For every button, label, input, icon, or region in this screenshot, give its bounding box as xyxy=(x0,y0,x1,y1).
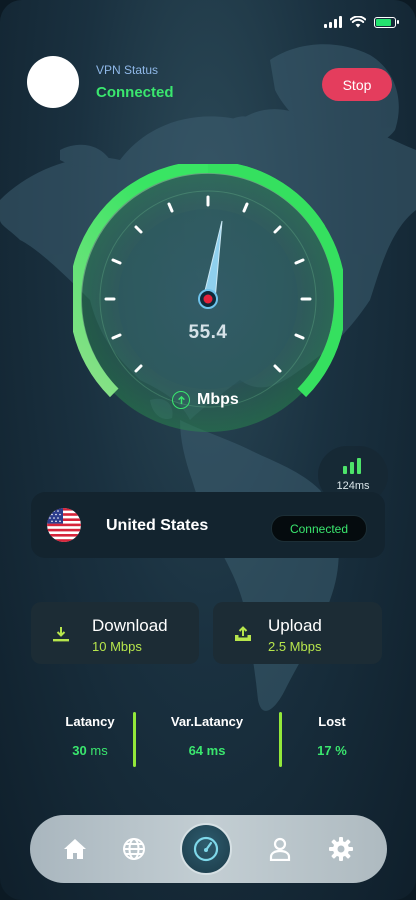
wifi-icon xyxy=(350,16,366,28)
latency-unit: ms xyxy=(90,743,108,758)
lost-label: Lost xyxy=(318,714,346,729)
latency-label: Latancy xyxy=(65,714,115,729)
vpn-status-label: VPN Status xyxy=(96,63,159,77)
var-latency-label: Var.Latancy xyxy=(170,714,244,729)
download-icon xyxy=(53,627,69,642)
country-name: United States xyxy=(106,517,209,534)
us-flag-icon xyxy=(47,508,81,542)
metric-divider xyxy=(279,712,282,767)
battery-icon xyxy=(374,16,399,28)
upload-value: 2.5 Mbps xyxy=(268,639,322,654)
speed-unit-row: Mbps xyxy=(172,391,239,409)
cellular-signal-icon xyxy=(324,16,342,28)
vpn-status-value: Connected xyxy=(96,84,174,101)
status-bar xyxy=(324,16,399,28)
metric-divider xyxy=(133,712,136,767)
home-icon[interactable] xyxy=(61,835,89,863)
settings-icon[interactable] xyxy=(327,835,355,863)
arrow-up-circle-icon xyxy=(172,391,190,409)
stop-button[interactable]: Stop xyxy=(322,68,392,101)
speed-value: 55.4 xyxy=(188,322,228,343)
upload-stat-card: Upload 2.5 Mbps xyxy=(213,602,382,664)
app-screen: VPN Status Connected Stop 55.4 Mbps 124m… xyxy=(0,0,416,900)
signal-strength-icon xyxy=(343,458,361,474)
latency-value: 30 xyxy=(72,743,87,758)
download-stat-card: Download 10 Mbps xyxy=(31,602,199,664)
user-icon[interactable] xyxy=(266,835,294,863)
ping-value: 124ms xyxy=(336,480,370,492)
server-location-card[interactable]: United States Connected xyxy=(31,492,385,558)
speed-unit: Mbps xyxy=(197,391,239,408)
download-value: 10 Mbps xyxy=(92,639,142,654)
speedometer-icon[interactable] xyxy=(180,823,232,875)
var-latency-value: 64 ms xyxy=(188,743,226,758)
lost-value: 17 % xyxy=(317,743,347,758)
avatar[interactable] xyxy=(27,56,79,108)
globe-icon[interactable] xyxy=(120,835,148,863)
bottom-navigation xyxy=(30,815,387,883)
var-latency-metric: Var.Latancy 64 ms xyxy=(160,714,254,758)
upload-icon xyxy=(235,626,251,641)
connection-status-badge: Connected xyxy=(271,515,367,542)
latency-metric: Latancy 30 ms xyxy=(60,714,120,758)
lost-metric: Lost 17 % xyxy=(305,714,359,758)
upload-title: Upload xyxy=(268,616,322,635)
download-title: Download xyxy=(92,616,168,635)
